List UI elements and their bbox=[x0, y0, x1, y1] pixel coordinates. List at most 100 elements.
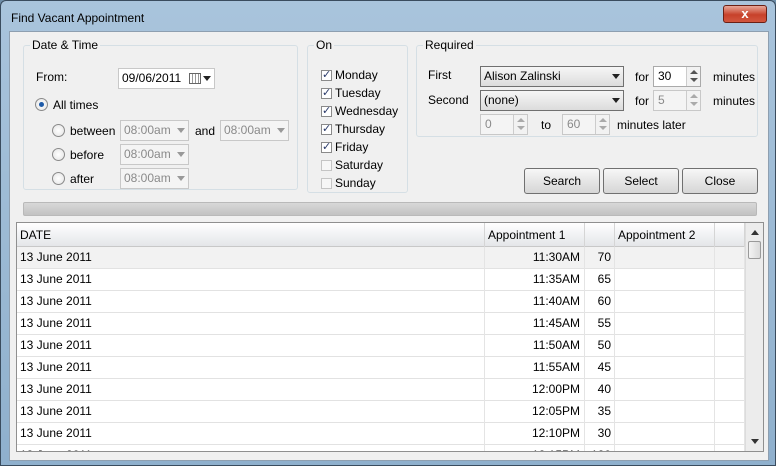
between-radio[interactable] bbox=[52, 124, 65, 137]
spin-up-icon[interactable] bbox=[690, 94, 698, 98]
spin-down-icon[interactable] bbox=[690, 78, 698, 82]
header-minutes-1[interactable] bbox=[585, 223, 615, 247]
gap-to-stepper[interactable]: 60 bbox=[562, 114, 610, 135]
cell-date: 13 June 2011 bbox=[17, 357, 485, 379]
second-unit-label: minutes bbox=[713, 94, 756, 108]
close-button[interactable]: Close bbox=[682, 168, 758, 194]
spin-down-icon[interactable] bbox=[690, 102, 698, 106]
date-dropdown-icon[interactable] bbox=[203, 76, 211, 81]
header-appointment-1[interactable]: Appointment 1 bbox=[485, 223, 585, 247]
spin-buttons[interactable] bbox=[686, 91, 700, 110]
first-label: First bbox=[428, 68, 452, 82]
date-time-legend: Date & Time bbox=[32, 38, 99, 52]
cell-appointment-1: 12:05PM bbox=[485, 401, 585, 423]
grid-header: DATE Appointment 1 Appointment 2 bbox=[17, 223, 745, 247]
table-row[interactable]: 13 June 2011 11:30AM 70 bbox=[17, 247, 745, 269]
gap-unit-label: minutes later bbox=[617, 118, 686, 132]
first-staff-select[interactable]: Alison Zalinski bbox=[480, 66, 624, 87]
calendar-icon[interactable] bbox=[189, 73, 201, 84]
cell-minutes-1: 70 bbox=[585, 247, 615, 269]
cell-minutes-1: 50 bbox=[585, 335, 615, 357]
cell-date: 13 June 2011 bbox=[17, 269, 485, 291]
table-row[interactable]: 13 June 2011 11:40AM 60 bbox=[17, 291, 745, 313]
table-row[interactable]: 13 June 2011 11:45AM 55 bbox=[17, 313, 745, 335]
scroll-down-icon[interactable] bbox=[751, 439, 759, 444]
table-row[interactable]: 13 June 2011 11:50AM 50 bbox=[17, 335, 745, 357]
all-times-radio[interactable] bbox=[35, 98, 48, 111]
spin-down-icon[interactable] bbox=[517, 126, 525, 130]
all-times-label[interactable]: All times bbox=[53, 98, 98, 112]
spin-up-icon[interactable] bbox=[599, 118, 607, 122]
between-label[interactable]: between bbox=[70, 124, 115, 138]
day-label-saturday[interactable]: Saturday bbox=[335, 158, 383, 172]
table-row[interactable]: 13 June 2011 11:35AM 65 bbox=[17, 269, 745, 291]
search-button[interactable]: Search bbox=[524, 168, 600, 194]
window-close-icon[interactable]: x bbox=[723, 5, 767, 23]
before-label[interactable]: before bbox=[70, 148, 104, 162]
header-date[interactable]: DATE bbox=[17, 223, 485, 247]
second-staff-select[interactable]: (none) bbox=[480, 90, 624, 111]
cell-minutes-1: 40 bbox=[585, 379, 615, 401]
cell-appointment-1: 11:55AM bbox=[485, 357, 585, 379]
cell-date: 13 June 2011 bbox=[17, 379, 485, 401]
date-time-group: Date & Time From: 09/06/2011 All times b… bbox=[23, 38, 298, 190]
first-minutes-stepper[interactable]: 30 bbox=[653, 66, 701, 87]
table-row[interactable]: 13 June 2011 12:05PM 35 bbox=[17, 401, 745, 423]
day-checkbox-tuesday[interactable]: ✓ bbox=[321, 88, 332, 99]
spin-buttons[interactable] bbox=[686, 67, 700, 86]
between-end-select[interactable]: 08:00am bbox=[220, 120, 289, 141]
table-row[interactable]: 13 June 2011 11:55AM 45 bbox=[17, 357, 745, 379]
find-vacant-appointment-window: Find Vacant Appointment x Date & Time Fr… bbox=[0, 0, 776, 466]
cell-appointment-1: 12:15PM bbox=[485, 445, 585, 451]
between-start-select[interactable]: 08:00am bbox=[120, 120, 189, 141]
day-checkbox-wednesday[interactable]: ✓ bbox=[321, 106, 332, 117]
after-label[interactable]: after bbox=[70, 172, 94, 186]
select-button[interactable]: Select bbox=[603, 168, 679, 194]
table-row[interactable]: 13 June 2011 12:10PM 30 bbox=[17, 423, 745, 445]
day-checkbox-friday[interactable]: ✓ bbox=[321, 142, 332, 153]
after-radio[interactable] bbox=[52, 172, 65, 185]
first-for-label: for bbox=[635, 70, 650, 84]
day-label-thursday[interactable]: Thursday bbox=[335, 122, 385, 136]
from-date-picker[interactable]: 09/06/2011 bbox=[118, 68, 215, 89]
results-grid[interactable]: DATE Appointment 1 Appointment 2 13 June… bbox=[16, 222, 764, 452]
cell-appointment-2 bbox=[615, 335, 715, 357]
day-label-friday[interactable]: Friday bbox=[335, 140, 368, 154]
spin-up-icon[interactable] bbox=[517, 118, 525, 122]
scroll-up-icon[interactable] bbox=[751, 230, 759, 235]
table-row[interactable]: 13 June 2011 12:00PM 40 bbox=[17, 379, 745, 401]
second-minutes-value: 5 bbox=[658, 93, 665, 107]
before-radio[interactable] bbox=[52, 148, 65, 161]
second-staff-value: (none) bbox=[484, 93, 519, 107]
day-checkbox-thursday[interactable]: ✓ bbox=[321, 124, 332, 135]
title-bar[interactable]: Find Vacant Appointment x bbox=[1, 1, 775, 31]
spin-buttons[interactable] bbox=[595, 115, 609, 134]
cell-appointment-1: 11:30AM bbox=[485, 247, 585, 269]
day-checkbox-sunday[interactable] bbox=[321, 178, 332, 189]
day-label-monday[interactable]: Monday bbox=[335, 68, 378, 82]
spin-buttons[interactable] bbox=[513, 115, 527, 134]
header-appointment-2[interactable]: Appointment 2 bbox=[615, 223, 715, 247]
day-checkbox-saturday[interactable] bbox=[321, 160, 332, 171]
day-label-wednesday[interactable]: Wednesday bbox=[335, 104, 398, 118]
second-minutes-stepper[interactable]: 5 bbox=[653, 90, 701, 111]
dialog-body: Date & Time From: 09/06/2011 All times b… bbox=[9, 31, 769, 461]
after-time-select[interactable]: 08:00am bbox=[120, 168, 189, 189]
table-row[interactable]: 13 June 201112:15PM120 bbox=[17, 445, 745, 451]
day-label-sunday[interactable]: Sunday bbox=[335, 176, 376, 190]
cell-date: 13 June 2011 bbox=[17, 445, 485, 451]
between-start-value: 08:00am bbox=[124, 123, 171, 137]
vertical-scrollbar[interactable] bbox=[745, 223, 763, 451]
chevron-down-icon bbox=[177, 176, 185, 181]
spin-up-icon[interactable] bbox=[690, 70, 698, 74]
cell-appointment-2 bbox=[615, 423, 715, 445]
header-minutes-2[interactable] bbox=[715, 223, 745, 247]
day-label-tuesday[interactable]: Tuesday bbox=[335, 86, 381, 100]
cell-minutes-2 bbox=[715, 335, 745, 357]
before-time-select[interactable]: 08:00am bbox=[120, 144, 189, 165]
day-checkbox-monday[interactable]: ✓ bbox=[321, 70, 332, 81]
scroll-thumb[interactable] bbox=[748, 241, 761, 259]
spin-down-icon[interactable] bbox=[599, 126, 607, 130]
cell-date: 13 June 2011 bbox=[17, 401, 485, 423]
gap-from-stepper[interactable]: 0 bbox=[480, 114, 528, 135]
